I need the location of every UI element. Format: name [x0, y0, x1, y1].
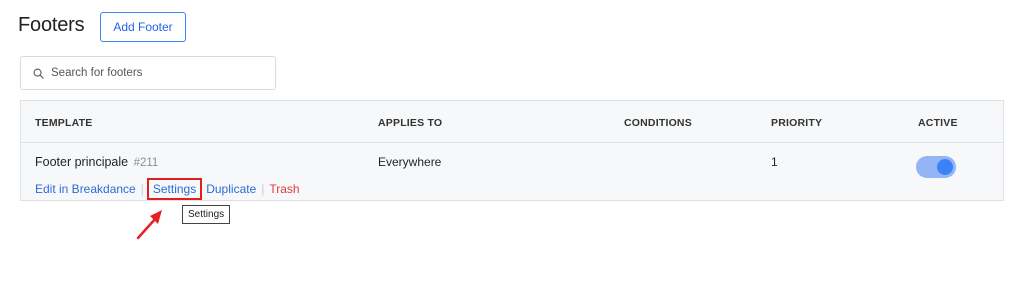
- search-box[interactable]: [20, 56, 276, 90]
- action-separator: |: [140, 182, 144, 196]
- column-header-conditions[interactable]: CONDITIONS: [624, 117, 692, 129]
- column-header-template[interactable]: TEMPLATE: [35, 117, 92, 129]
- active-toggle[interactable]: [916, 156, 956, 178]
- table-row: Footer principale #211 Edit in Breakdanc…: [21, 143, 1003, 201]
- column-header-priority[interactable]: PRIORITY: [771, 117, 822, 129]
- priority-value: 1: [771, 155, 778, 169]
- add-footer-button[interactable]: Add Footer: [100, 12, 186, 42]
- settings-tooltip: Settings: [182, 205, 231, 224]
- page-title: Footers: [18, 14, 85, 36]
- column-header-applies-to[interactable]: APPLIES TO: [378, 117, 442, 129]
- search-icon: [33, 68, 44, 79]
- edit-in-breakdance-link[interactable]: Edit in Breakdance: [35, 182, 136, 196]
- settings-link[interactable]: Settings: [153, 182, 196, 196]
- settings-highlight-box: Settings: [146, 178, 203, 200]
- column-header-active[interactable]: ACTIVE: [918, 117, 958, 129]
- footers-table: TEMPLATE APPLIES TO CONDITIONS PRIORITY …: [20, 100, 1004, 201]
- table-header: TEMPLATE APPLIES TO CONDITIONS PRIORITY …: [21, 101, 1003, 143]
- duplicate-link[interactable]: Duplicate: [206, 182, 256, 196]
- action-separator: |: [261, 182, 265, 196]
- trash-link[interactable]: Trash: [269, 182, 299, 196]
- template-title: Footer principale #211: [35, 155, 158, 169]
- toggle-knob: [937, 159, 953, 175]
- applies-to-value: Everywhere: [378, 155, 442, 169]
- search-input[interactable]: [51, 67, 271, 79]
- red-arrow-icon: [136, 210, 162, 240]
- template-name[interactable]: Footer principale: [35, 155, 128, 169]
- template-id: #211: [133, 157, 159, 169]
- row-actions: Edit in Breakdance | Settings Duplicate …: [35, 178, 300, 200]
